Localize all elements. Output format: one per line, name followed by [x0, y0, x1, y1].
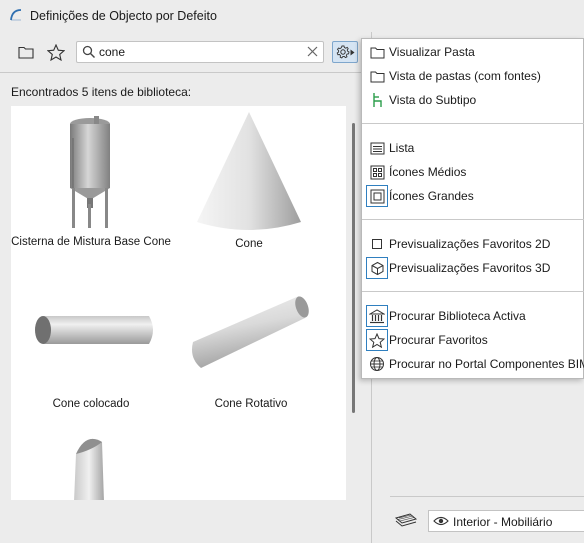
menu-item-label: Lista: [389, 141, 415, 155]
favorites-button[interactable]: [43, 40, 69, 64]
results-count-text: Encontrados 5 itens de biblioteca:: [11, 85, 192, 99]
menu-item-preview-2d[interactable]: Previsualizações Favoritos 2D: [362, 232, 584, 256]
preview-3d-icon: [366, 257, 388, 279]
gear-icon: [336, 45, 350, 59]
menu-item-search-active-library[interactable]: Procurar Biblioteca Activa: [362, 304, 584, 328]
menu-item-label: Vista de pastas (com fontes): [389, 69, 541, 83]
result-item-tank[interactable]: Cisterna de Mistura Base Cone: [11, 114, 171, 249]
cone-thumbnail: [197, 112, 301, 230]
clear-search-icon[interactable]: [306, 45, 319, 58]
placed-cone-thumbnail: [35, 316, 153, 344]
menu-item-label: Previsualizações Favoritos 2D: [389, 237, 551, 251]
menu-separator: [362, 219, 584, 220]
preview-2d-icon: [366, 233, 388, 255]
result-item-label: Cone colocado: [52, 398, 130, 410]
mixing-tank-thumbnail: [70, 116, 110, 228]
results-grid[interactable]: Cisterna de Mistura Base Cone Cone Cone …: [11, 106, 346, 500]
result-item-label: Cone Rotativo: [214, 398, 288, 410]
menu-item-search-favorites[interactable]: Procurar Favoritos: [362, 328, 584, 352]
menu-item-list[interactable]: Lista: [362, 136, 584, 160]
search-icon: [82, 45, 95, 58]
medium-icons-icon: [366, 161, 388, 183]
scrollbar-thumb[interactable]: [352, 123, 355, 413]
toolbar-divider: [0, 72, 370, 73]
menu-item-preview-3d[interactable]: Previsualizações Favoritos 3D: [362, 256, 584, 280]
result-item-cone[interactable]: Cone: [169, 110, 329, 251]
menu-item-subtype-view[interactable]: Vista do Subtipo: [362, 88, 584, 112]
menu-item-label: Vista do Subtipo: [389, 93, 477, 107]
layers-icon[interactable]: [394, 510, 418, 530]
layer-selector[interactable]: Interior - Mobiliário: [428, 510, 584, 532]
menu-item-large-icons[interactable]: Ícones Grandes: [362, 184, 584, 208]
search-field[interactable]: [76, 41, 324, 63]
star-icon: [366, 329, 388, 351]
rotated-cone-thumbnail: [192, 296, 309, 368]
folder-icon: [366, 41, 388, 63]
result-item-label: Cisterna de Mistura Base Cone: [11, 236, 171, 248]
menu-item-search-bim-portal[interactable]: Procurar no Portal Componentes BIM: [362, 352, 584, 376]
eye-icon: [433, 516, 449, 526]
caret-right-icon: [350, 49, 354, 55]
subtype-icon: [366, 89, 388, 111]
bottom-divider: [390, 496, 584, 497]
layer-value: Interior - Mobiliário: [453, 515, 553, 529]
view-options-button[interactable]: [332, 41, 358, 63]
result-item-label: Cone: [235, 238, 263, 250]
globe-icon: [366, 353, 388, 375]
menu-separator: [362, 123, 584, 124]
menu-item-folder-view-sources[interactable]: Vista de pastas (com fontes): [362, 64, 584, 88]
result-item-placed-cone[interactable]: Cone colocado: [11, 284, 171, 411]
large-icons-icon: [366, 185, 388, 207]
result-item-5[interactable]: [11, 434, 171, 500]
menu-item-label: Previsualizações Favoritos 3D: [389, 261, 551, 275]
result-item-rotated-cone[interactable]: Cone Rotativo: [171, 284, 331, 411]
title-bar: Definições de Objecto por Defeito: [0, 0, 584, 32]
menu-item-label: Procurar no Portal Componentes BIM: [389, 357, 584, 371]
toolbar: [0, 32, 370, 72]
window-title: Definições de Objecto por Defeito: [30, 9, 217, 23]
library-icon: [366, 305, 388, 327]
menu-item-label: Procurar Favoritos: [389, 333, 488, 347]
menu-item-label: Procurar Biblioteca Activa: [389, 309, 526, 323]
star-icon: [47, 43, 65, 61]
cone-variant-thumbnail: [74, 438, 104, 500]
menu-item-label: Ícones Médios: [389, 165, 467, 179]
view-options-menu: Visualizar Pasta Vista de pastas (com fo…: [361, 38, 584, 379]
menu-item-label: Visualizar Pasta: [389, 45, 475, 59]
list-icon: [366, 137, 388, 159]
menu-item-medium-icons[interactable]: Ícones Médios: [362, 160, 584, 184]
menu-item-view-folder[interactable]: Visualizar Pasta: [362, 40, 584, 64]
menu-separator: [362, 291, 584, 292]
app-arc-icon: [10, 9, 22, 21]
folder-icon: [366, 65, 388, 87]
folder-icon: [18, 46, 34, 59]
search-input[interactable]: [99, 43, 299, 61]
menu-item-label: Ícones Grandes: [389, 189, 474, 203]
folder-button[interactable]: [13, 40, 39, 64]
